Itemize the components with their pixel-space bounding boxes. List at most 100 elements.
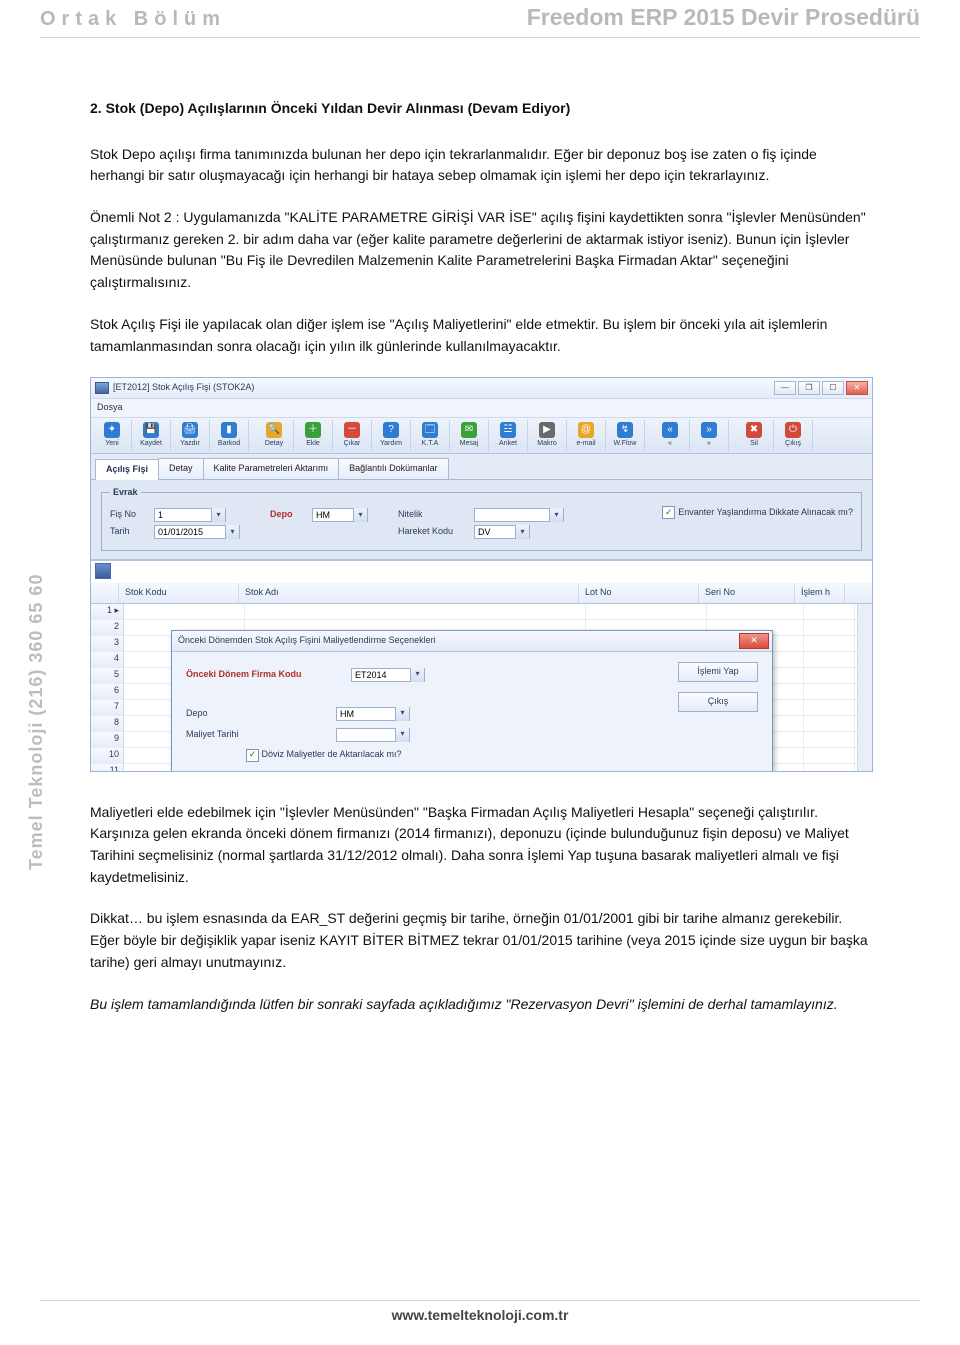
toolbar-label: Çıkar — [344, 439, 361, 450]
toolbar-mesaj[interactable]: ✉Mesaj — [450, 420, 489, 451]
table-cell[interactable] — [804, 620, 855, 635]
para-4: Maliyetleri elde edebilmek için "İşlevle… — [90, 802, 870, 889]
table-cell[interactable] — [804, 684, 855, 699]
input-fisno[interactable] — [154, 508, 226, 522]
input-maliyet-tarihi[interactable] — [336, 728, 410, 742]
minimize-button[interactable]: — — [774, 381, 796, 395]
row-number: 9 — [91, 732, 124, 747]
toolbar-kaydet[interactable]: 💾Kaydet — [132, 420, 171, 451]
toolbar--[interactable]: «« — [651, 420, 690, 451]
row-number: 6 — [91, 684, 124, 699]
input-nitelik[interactable] — [474, 508, 564, 522]
input-tarih[interactable] — [154, 525, 240, 539]
label-envanter: Envanter Yaşlandırma Dikkate Alınacak mı… — [678, 506, 853, 520]
row-number: 10 — [91, 748, 124, 763]
modal-close-button[interactable]: ✕ — [739, 633, 769, 649]
table-cell[interactable] — [707, 604, 804, 619]
yard-m-icon: ? — [383, 422, 399, 438]
table-area: Stok Kodu Stok Adı Lot No Seri No İşlem … — [91, 560, 872, 771]
toolbar-yeni[interactable]: ✦Yeni — [93, 420, 132, 451]
toolbar-anket[interactable]: ☳Anket — [489, 420, 528, 451]
checkbox-doviz[interactable]: ✓ — [246, 749, 259, 762]
table-cell[interactable] — [804, 732, 855, 747]
toolbar-label: Ekle — [306, 439, 320, 450]
toolbar-label: Anket — [499, 439, 517, 450]
check-envanter[interactable]: ✓ Envanter Yaşlandırma Dikkate Alınacak … — [662, 506, 853, 520]
th-islem[interactable]: İşlem h — [795, 583, 845, 603]
table-cell[interactable] — [804, 716, 855, 731]
makro-icon: ▶ — [539, 422, 555, 438]
toolbar-label: Sil — [750, 439, 758, 450]
th-rownum — [91, 583, 119, 603]
form-area: Evrak Fiş No Tarih — [91, 480, 872, 560]
yeni-icon: ✦ — [104, 422, 120, 438]
label-maliyet-tarihi: Maliyet Tarihi — [186, 728, 336, 742]
th-stokadi[interactable]: Stok Adı — [239, 583, 579, 603]
toolbar-yazd-r[interactable]: 🖨Yazdır — [171, 420, 210, 451]
table-row[interactable]: 1 ▸ — [91, 604, 872, 620]
table-cell[interactable] — [804, 636, 855, 651]
table-cell[interactable] — [804, 764, 855, 771]
input-hareket[interactable] — [474, 525, 530, 539]
tab-detay[interactable]: Detay — [158, 458, 204, 479]
barkod-icon: ▮ — [221, 422, 237, 438]
menu-bar[interactable]: Dosya — [91, 399, 872, 418]
table-corner-button[interactable] — [95, 563, 111, 579]
tab-baglantili[interactable]: Bağlantılı Dokümanlar — [338, 458, 449, 479]
table-cell[interactable] — [586, 604, 707, 619]
table-cell[interactable] — [804, 604, 855, 619]
row-number: 8 — [91, 716, 124, 731]
ekle-icon: ＋ — [305, 422, 321, 438]
vertical-scrollbar[interactable] — [857, 604, 872, 771]
tab-kalite[interactable]: Kalite Parametreleri Aktarımı — [203, 458, 340, 479]
maximize-button[interactable]: ☐ — [822, 381, 844, 395]
toolbar-ekle[interactable]: ＋Ekle — [294, 420, 333, 451]
window-title: [ET2012] Stok Açılış Fişi (STOK2A) — [113, 381, 254, 395]
toolbar--k-[interactable]: ⏻Çıkış — [774, 420, 813, 451]
toolbar--kar[interactable]: －Çıkar — [333, 420, 372, 451]
input-modal-depo[interactable] — [336, 707, 410, 721]
label-depo: Depo — [270, 508, 306, 522]
row-number: 7 — [91, 700, 124, 715]
header-right: Freedom ERP 2015 Devir Prosedürü — [527, 4, 920, 31]
input-onceki-firma[interactable] — [351, 668, 425, 682]
table-cell[interactable] — [804, 668, 855, 683]
islemi-yap-button[interactable]: İşlemi Yap — [678, 662, 758, 682]
toolbar-makro[interactable]: ▶Makro — [528, 420, 567, 451]
toolbar-yard-m[interactable]: ?Yardım — [372, 420, 411, 451]
toolbar-w-flow[interactable]: ↯W.Flow — [606, 420, 645, 451]
table-cell[interactable] — [124, 604, 245, 619]
th-stokkodu[interactable]: Stok Kodu — [119, 583, 239, 603]
table-cell[interactable] — [804, 652, 855, 667]
header-left: Ortak Bölüm — [40, 8, 226, 31]
para-5: Dikkat… bu işlem esnasında da EAR_ST değ… — [90, 908, 870, 973]
toolbar-e-mail[interactable]: @e-mail — [567, 420, 606, 451]
tab-acilis-fisi[interactable]: Açılış Fişi — [95, 459, 159, 480]
label-modal-depo: Depo — [186, 707, 336, 721]
row-number: 5 — [91, 668, 124, 683]
menu-dosya[interactable]: Dosya — [97, 402, 123, 412]
table-cell[interactable] — [245, 604, 586, 619]
input-depo[interactable] — [312, 508, 368, 522]
detay-icon: 🔍 — [266, 422, 282, 438]
close-button[interactable]: ✕ — [846, 381, 868, 395]
footer-text: www.temelteknoloji.com.tr — [392, 1307, 569, 1323]
toolbar--[interactable]: »» — [690, 420, 729, 451]
cikis-button[interactable]: Çıkış — [678, 692, 758, 712]
toolbar-label: Detay — [265, 439, 283, 450]
toolbar-barkod[interactable]: ▮Barkod — [210, 420, 249, 451]
table-cell[interactable] — [804, 700, 855, 715]
th-lotno[interactable]: Lot No — [579, 583, 699, 603]
restore-button[interactable]: ❐ — [798, 381, 820, 395]
k-t-a-icon: 🗔 — [422, 422, 438, 438]
toolbar-sil[interactable]: ✖Sil — [735, 420, 774, 451]
row-number: 11 — [91, 764, 124, 771]
label-nitelik: Nitelik — [398, 508, 468, 522]
toolbar-detay[interactable]: 🔍Detay — [255, 420, 294, 451]
row-number: 3 — [91, 636, 124, 651]
table-cell[interactable] — [804, 748, 855, 763]
toolbar-k-t-a[interactable]: 🗔K.T.A — [411, 420, 450, 451]
checkbox-envanter[interactable]: ✓ — [662, 506, 675, 519]
th-serino[interactable]: Seri No — [699, 583, 795, 603]
label-tarih: Tarih — [110, 525, 148, 539]
